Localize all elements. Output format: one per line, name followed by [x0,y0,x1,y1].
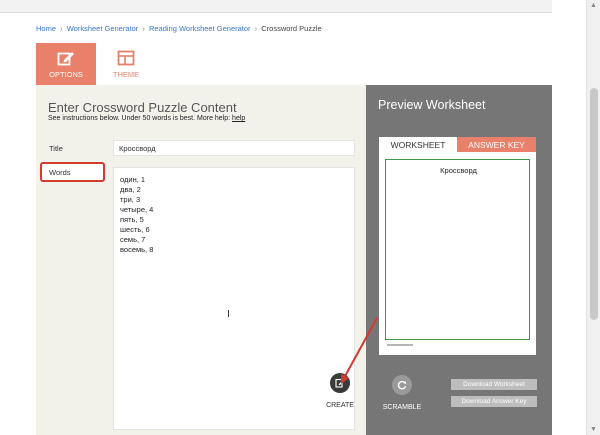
tab-answer-key[interactable]: ANSWER KEY [457,137,536,152]
form-instructions: See instructions below. Under 50 words i… [48,115,245,122]
page: ▲ ▼ Home › Worksheet Generator › Reading… [0,0,600,435]
create-icon [335,378,345,388]
words-label: Words [49,168,71,177]
worksheet-preview: Кроссворд [379,152,536,355]
tab-options[interactable]: OPTIONS [36,43,96,85]
breadcrumb-separator: › [60,24,63,33]
vertical-scrollbar[interactable]: ▲ ▼ [586,0,600,435]
tab-bar: OPTIONS THEME [36,43,156,85]
download-answer-key-button[interactable]: Download Answer Key [451,396,537,407]
edit-icon [57,52,74,66]
tab-theme-label: THEME [112,70,140,79]
layout-icon [117,50,135,66]
worksheet-title: Кроссворд [440,166,477,175]
tab-worksheet[interactable]: WORKSHEET [379,137,457,152]
help-link[interactable]: help [232,115,245,122]
word-entry: восемь, 8 [120,245,154,254]
words-textarea[interactable]: один, 1 два, 2 три, 3 четыре, 4 пять, 5 … [113,167,355,430]
breadcrumb-separator: › [142,24,145,33]
form-heading: Enter Crossword Puzzle Content [48,100,237,115]
word-entry: три, 3 [120,195,141,204]
scroll-up-icon[interactable]: ▲ [590,2,597,9]
options-panel: Enter Crossword Puzzle Content See instr… [36,85,366,435]
preview-tabs: WORKSHEET ANSWER KEY [379,137,536,152]
download-worksheet-button[interactable]: Download Worksheet [451,379,537,390]
scroll-thumb[interactable] [590,88,598,320]
breadcrumb-home[interactable]: Home [36,24,56,33]
logo-icon [387,344,413,346]
scroll-down-icon[interactable]: ▼ [590,426,597,433]
breadcrumb-reading-worksheet-generator[interactable]: Reading Worksheet Generator [149,24,251,33]
breadcrumb: Home › Worksheet Generator › Reading Wor… [36,24,322,33]
breadcrumb-worksheet-generator[interactable]: Worksheet Generator [67,24,139,33]
word-entry: пять, 5 [120,215,144,224]
word-entry: два, 2 [120,185,141,194]
scramble-button[interactable]: SCRAMBLE [380,375,424,415]
worksheet-frame: Кроссворд [385,159,530,340]
breadcrumb-separator: › [254,24,258,33]
word-entry: шесть, 6 [120,225,150,234]
create-label: CREATE [326,402,354,409]
instructions-text: See instructions below. Under 50 words i… [48,115,231,122]
title-input[interactable]: Кроссворд [113,140,355,156]
text-cursor-icon: I [227,309,230,320]
word-entry: семь, 7 [120,235,146,244]
refresh-icon [397,380,407,390]
word-entry: четыре, 4 [120,205,154,214]
preview-heading: Preview Worksheet [378,98,486,112]
create-button[interactable]: CREATE [322,373,358,413]
word-entry: один, 1 [120,175,146,184]
breadcrumb-current: Crossword Puzzle [261,24,322,33]
title-label: Title [49,144,63,153]
tab-options-label: OPTIONS [49,70,83,79]
scramble-label: SCRAMBLE [382,404,422,411]
tab-theme[interactable]: THEME [96,43,156,85]
top-bar [0,0,552,13]
